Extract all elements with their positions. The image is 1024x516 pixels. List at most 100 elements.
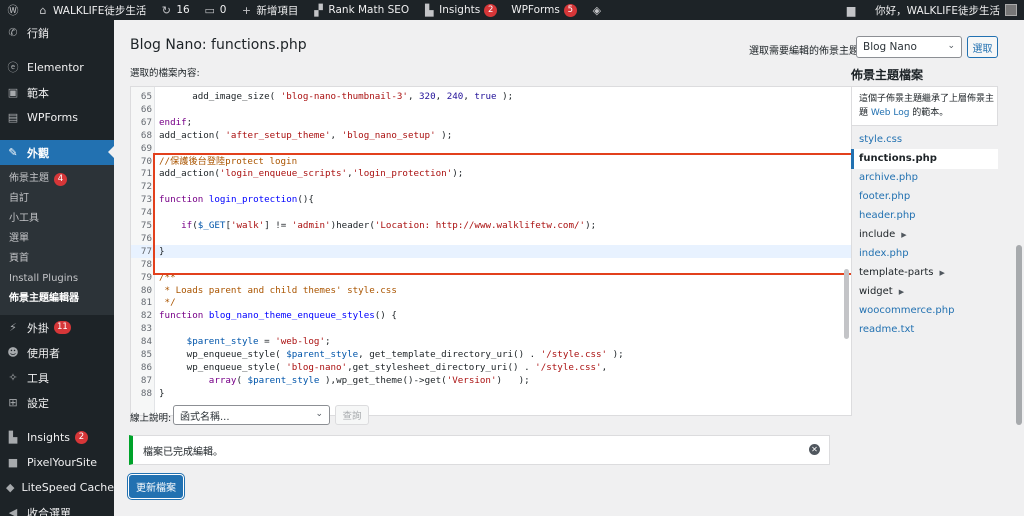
submenu-item-header[interactable]: 頁首 — [0, 249, 114, 269]
file-label: readme.txt — [859, 324, 915, 335]
appearance-brush-icon: ✎ — [8, 145, 18, 159]
code-line[interactable]: 71 add_action('login_enqueue_scripts','lo… — [131, 167, 851, 180]
theme-file-item[interactable]: footer.php — [851, 187, 998, 207]
submenu-item-themes[interactable]: 佈景主題 4 — [0, 169, 114, 189]
insights-icon: ▙ — [424, 3, 434, 17]
select-theme-button[interactable]: 選取 — [967, 36, 998, 58]
menu-item-collapse[interactable]: ◀ 收合選單 — [0, 500, 114, 516]
function-name-select-value: 函式名稱... — [180, 411, 230, 423]
code-line[interactable]: 83 — [131, 322, 851, 335]
code-line[interactable]: 82 function blog_nano_theme_enqueue_style… — [131, 309, 851, 322]
parent-theme-link[interactable]: Web Log — [871, 108, 910, 118]
theme-folder-item[interactable]: include ▶ — [851, 225, 998, 245]
code-line[interactable]: 85 wp_enqueue_style( $parent_style, get_… — [131, 348, 851, 361]
code-line[interactable]: 87 array( $parent_style ),wp_get_theme()… — [131, 374, 851, 387]
code-text: array( $parent_style ),wp_get_theme()->g… — [208, 374, 530, 386]
code-line[interactable]: 78 — [131, 258, 851, 271]
submenu-label: 佈景主題 — [9, 173, 49, 184]
theme-file-item[interactable]: index.php — [851, 244, 998, 264]
menu-item-users[interactable]: ☻ 使用者 — [0, 340, 114, 365]
theme-file-item[interactable]: header.php — [851, 206, 998, 226]
code-line[interactable]: 81 */ — [131, 296, 851, 309]
code-text: add_action( 'after_setup_theme', 'blog_n… — [159, 129, 453, 141]
new-content-menu[interactable]: + 新增項目 — [233, 0, 305, 20]
menu-label: 外掛 — [27, 321, 49, 335]
code-line[interactable]: 80 * Loads parent and child themes' styl… — [131, 284, 851, 297]
comment-icon: ▭ — [204, 3, 215, 17]
chat-icon: ▆ — [846, 3, 856, 17]
wpforms-menu[interactable]: WPForms 5 — [504, 0, 584, 20]
menu-label: PixelYourSite — [27, 456, 98, 469]
code-editor[interactable]: 65 add_image_size( 'blog-nano-thumbnail-… — [130, 86, 852, 416]
notifications-menu[interactable]: ▆ — [838, 0, 868, 20]
menu-item-plugins[interactable]: ⚡ 外掛 11 — [0, 315, 114, 340]
new-content-label: 新增項目 — [256, 4, 299, 17]
notice-text: 檔案已完成編輯。 — [143, 446, 223, 458]
code-line[interactable]: 65 add_image_size( 'blog-nano-thumbnail-… — [131, 90, 851, 103]
menu-item-insights[interactable]: ▙ Insights 2 — [0, 425, 114, 450]
menu-label: 收合選單 — [27, 506, 71, 516]
code-line[interactable]: 66 — [131, 103, 851, 116]
menu-item-marketing[interactable]: ✆ 行銷 — [0, 20, 114, 45]
theme-select[interactable]: Blog Nano ⌄ — [856, 36, 962, 58]
file-label: footer.php — [859, 191, 911, 202]
menu-item-litespeed[interactable]: ◆ LiteSpeed Cache — [0, 475, 114, 500]
site-name-menu[interactable]: ⌂ WALKLIFE徒步生活 — [30, 0, 153, 20]
function-name-select[interactable]: 函式名稱... ⌄ — [173, 405, 330, 425]
code-line[interactable]: 75 if($_GET['walk'] != 'admin')header('L… — [131, 219, 851, 232]
code-line[interactable]: 70 //保護後台登陸protect login — [131, 155, 851, 168]
dismiss-icon[interactable]: ✕ — [809, 444, 820, 455]
rank-math-menu[interactable]: ▞ Rank Math SEO — [305, 0, 416, 20]
code-line[interactable]: 73 function login_protection(){ — [131, 193, 851, 206]
wordpress-logo-menu[interactable]: Ⓦ — [0, 0, 30, 20]
code-line[interactable]: 76 — [131, 232, 851, 245]
code-line[interactable]: 74 — [131, 206, 851, 219]
code-line[interactable]: 86 wp_enqueue_style( 'blog-nano',get_sty… — [131, 361, 851, 374]
theme-file-item[interactable]: style.css — [851, 130, 998, 150]
menu-item-tools[interactable]: ✧ 工具 — [0, 365, 114, 390]
theme-file-item[interactable]: woocommerce.php — [851, 301, 998, 321]
code-line[interactable]: 69 — [131, 142, 851, 155]
submenu-item-widgets[interactable]: 小工具 — [0, 209, 114, 229]
my-account-menu[interactable]: 你好，WALKLIFE徒步生活 — [868, 0, 1024, 20]
submenu-item-customize[interactable]: 自訂 — [0, 189, 114, 209]
theme-folder-item[interactable]: template-parts ▶ — [851, 263, 998, 283]
page-scrollbar[interactable] — [1016, 245, 1022, 425]
code-line[interactable]: 67 endif; — [131, 116, 851, 129]
code-line[interactable]: 72 — [131, 180, 851, 193]
code-line[interactable]: 77} — [131, 244, 851, 258]
code-line[interactable]: 79 /** — [131, 271, 851, 284]
code-line[interactable]: 68 add_action( 'after_setup_theme', 'blog… — [131, 129, 851, 142]
submenu-item-install-plugins[interactable]: Install Plugins — [0, 269, 114, 289]
menu-item-elementor[interactable]: ⓔ Elementor — [0, 55, 114, 80]
theme-file-item[interactable]: archive.php — [851, 168, 998, 188]
menu-item-settings[interactable]: ⊞ 設定 — [0, 390, 114, 415]
code-text: } — [159, 387, 165, 399]
update-file-button[interactable]: 更新檔案 — [129, 475, 183, 498]
theme-file-item[interactable]: readme.txt — [851, 320, 998, 340]
code-line[interactable]: 88} — [131, 387, 851, 400]
updates-count: 16 — [176, 4, 190, 16]
comments-menu[interactable]: ▭ 0 — [197, 0, 234, 20]
menu-item-pixelyoursite[interactable]: ■ PixelYourSite — [0, 450, 114, 475]
editor-scrollbar[interactable] — [844, 269, 849, 339]
appearance-submenu: 佈景主題 4 自訂 小工具 選單 頁首 Install Plugins 佈景主題編… — [0, 165, 114, 315]
insights-menu[interactable]: ▙ Insights 2 — [416, 0, 504, 20]
submenu-item-theme-editor[interactable]: 佈景主題編輯器 — [0, 289, 114, 309]
line-number: 72 — [140, 181, 152, 193]
lookup-button[interactable]: 查詢 — [335, 405, 369, 425]
diamond-menu[interactable]: ◈ — [584, 0, 614, 20]
themes-update-badge: 4 — [54, 173, 67, 186]
theme-folder-item[interactable]: widget ▶ — [851, 282, 998, 302]
theme-file-item[interactable]: functions.php — [851, 149, 998, 169]
code-line[interactable]: 84 $parent_style = 'web-log'; — [131, 335, 851, 348]
menu-label: WPForms — [27, 111, 78, 124]
plus-icon: + — [241, 3, 252, 17]
menu-label: 設定 — [27, 396, 49, 410]
updates-menu[interactable]: ↻ 16 — [153, 0, 196, 20]
menu-item-wpforms[interactable]: ▤ WPForms — [0, 105, 114, 130]
menu-item-templates[interactable]: ▣ 範本 — [0, 80, 114, 105]
menu-item-appearance[interactable]: ✎ 外觀 — [0, 140, 114, 165]
line-number: 81 — [140, 297, 152, 309]
submenu-item-menus[interactable]: 選單 — [0, 229, 114, 249]
